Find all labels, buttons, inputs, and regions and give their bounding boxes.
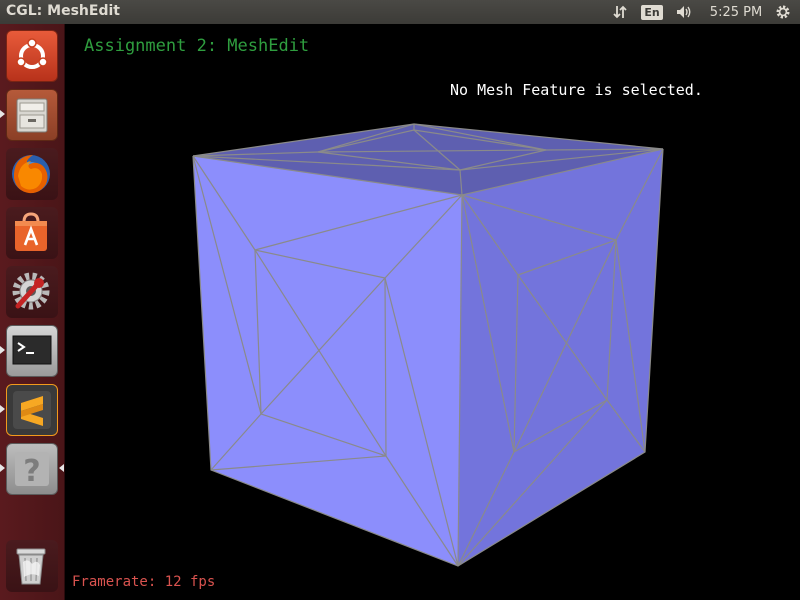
app-title: Assignment 2: MeshEdit: [84, 36, 310, 56]
selection-status: No Mesh Feature is selected.: [450, 81, 703, 99]
framerate-readout: Framerate: 12 fps: [72, 574, 216, 590]
